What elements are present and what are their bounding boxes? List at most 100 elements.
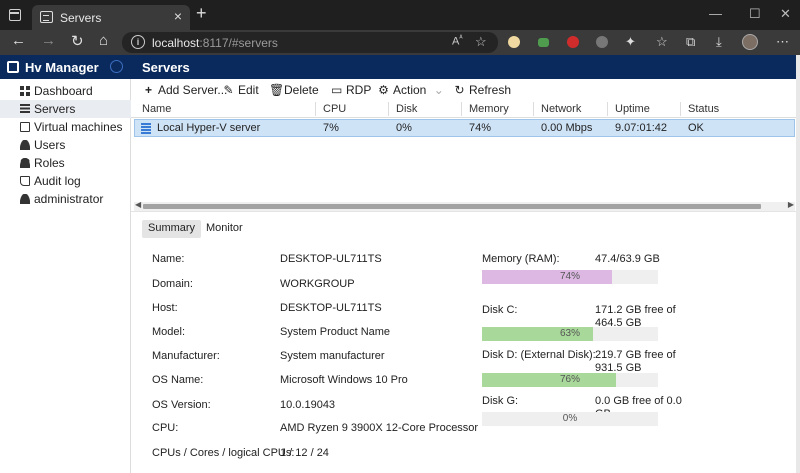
action-toolbar: + Add Server... ✎ Edit 🗑Delete ▭ RDP ⚙ Actio… xyxy=(131,81,800,99)
horizontal-scrollbar[interactable]: ◀ ▶ xyxy=(134,200,795,211)
favorite-icon[interactable]: ☆ xyxy=(475,34,487,50)
bar-percent: 0% xyxy=(562,413,578,424)
address-bar[interactable]: i localhost:8117/#servers Aᴬ ☆ xyxy=(122,32,498,53)
column-header[interactable]: Status xyxy=(688,103,719,115)
summary-value: WORKGROUP xyxy=(280,278,355,290)
column-header[interactable]: Disk xyxy=(396,103,417,115)
summary-label: OS Name: xyxy=(152,374,204,386)
memory-usage-bar: 74% xyxy=(482,270,658,284)
scrollbar-thumb[interactable] xyxy=(143,204,761,209)
panel-splitter[interactable] xyxy=(131,211,800,212)
column-header[interactable]: Name xyxy=(142,103,171,115)
favorites-icon[interactable]: ☆ xyxy=(656,34,668,50)
collapse-sidebar-icon[interactable] xyxy=(110,60,123,73)
scroll-left-icon[interactable]: ◀ xyxy=(135,200,141,209)
app-name: Hv Manager xyxy=(25,60,99,75)
extension-icon[interactable] xyxy=(567,36,579,48)
column-header[interactable]: Network xyxy=(541,103,581,115)
bar-percent: 63% xyxy=(559,328,580,339)
administrator-icon xyxy=(20,194,30,204)
user-icon xyxy=(20,140,30,150)
sidebar-item-label: Dashboard xyxy=(34,84,93,98)
extension-icon[interactable] xyxy=(508,36,520,48)
cell-cpu: 7% xyxy=(323,122,339,134)
browser-tab-bar: Servers × + — ☐ ✕ xyxy=(0,0,800,30)
main-panel: Servers + Add Server... ✎ Edit 🗑Delete ▭ RD… xyxy=(131,55,800,473)
refresh-button[interactable]: ↻ Refresh xyxy=(454,83,511,97)
extensions-puzzle-icon[interactable]: ✦ xyxy=(625,34,636,50)
window-menu-icon[interactable] xyxy=(9,9,21,21)
summary-label: Model: xyxy=(152,326,186,338)
sidebar-item-servers[interactable]: Servers xyxy=(0,100,131,118)
downloads-icon[interactable]: ⤓ xyxy=(716,34,722,50)
resource-label: Disk G: xyxy=(482,395,519,407)
column-header[interactable]: Memory xyxy=(469,103,509,115)
summary-label: OS Version: xyxy=(152,399,211,411)
sidebar-item-label: Users xyxy=(34,138,66,152)
new-tab-icon[interactable]: + xyxy=(196,3,207,24)
bar-percent: 74% xyxy=(559,271,580,282)
maximize-icon[interactable]: ☐ xyxy=(749,6,761,22)
address-text: localhost:8117/#servers xyxy=(152,36,278,50)
summary-label: Domain: xyxy=(152,278,193,290)
sidebar-item-administrator[interactable]: administrator xyxy=(0,190,131,208)
reload-icon[interactable]: ↻ xyxy=(71,32,84,50)
column-header[interactable]: CPU xyxy=(323,103,346,115)
rdp-button[interactable]: ▭ RDP xyxy=(331,83,371,97)
read-aloud-icon[interactable]: Aᴬ xyxy=(452,35,463,48)
action-dropdown-button[interactable]: ⚙ Action ⌄ xyxy=(378,83,444,97)
refresh-icon: ↻ xyxy=(454,83,465,97)
sidebar-item-virtual-machines[interactable]: Virtual machines xyxy=(0,118,131,136)
sidebar-item-label: Servers xyxy=(34,102,76,116)
chevron-down-icon: ⌄ xyxy=(433,83,444,97)
bar-percent: 76% xyxy=(559,374,580,385)
disk-g-usage-bar: 0% xyxy=(482,412,658,426)
table-row[interactable]: Local Hyper-V server 7% 0% 74% 0.00 Mbps… xyxy=(134,119,795,137)
tab-summary[interactable]: Summary xyxy=(142,220,202,238)
summary-value: DESKTOP-UL711TS xyxy=(280,302,382,314)
sidebar-item-label: Audit log xyxy=(34,174,81,188)
column-header[interactable]: Uptime xyxy=(615,103,650,115)
back-icon[interactable]: ← xyxy=(11,32,26,49)
close-window-icon[interactable]: ✕ xyxy=(780,6,791,22)
sidebar-item-users[interactable]: Users xyxy=(0,136,131,154)
forward-icon[interactable]: → xyxy=(41,32,56,49)
resource-label: Disk C: xyxy=(482,304,518,316)
minimize-icon[interactable]: — xyxy=(709,6,722,21)
details-tabs: Summary Monitor xyxy=(131,220,800,238)
sidebar-item-label: Roles xyxy=(34,156,65,170)
collections-icon[interactable]: ⧉ xyxy=(686,34,695,50)
roles-icon xyxy=(20,158,30,168)
summary-value: Microsoft Windows 10 Pro xyxy=(280,374,408,386)
extension-icon[interactable] xyxy=(596,36,608,48)
page-title: Servers xyxy=(142,60,190,75)
browser-tab[interactable]: Servers × xyxy=(32,5,190,30)
add-server-button[interactable]: + Add Server... xyxy=(143,83,227,97)
vertical-scrollbar[interactable] xyxy=(796,55,800,473)
cell-name: Local Hyper-V server xyxy=(157,122,261,134)
servers-table-header: Name CPU Disk Memory Network Uptime Stat… xyxy=(131,100,800,118)
tab-close-icon[interactable]: × xyxy=(174,8,182,24)
plus-icon: + xyxy=(144,83,152,97)
resource-label: Disk D: (External Disk): xyxy=(482,349,596,361)
more-menu-icon[interactable]: ⋯ xyxy=(776,34,789,50)
dashboard-icon xyxy=(20,86,30,96)
delete-button[interactable]: 🗑Delete xyxy=(269,83,319,97)
page-header: Servers xyxy=(131,55,800,79)
tab-monitor[interactable]: Monitor xyxy=(200,220,249,238)
profile-avatar[interactable] xyxy=(742,34,758,50)
sidebar-item-roles[interactable]: Roles xyxy=(0,154,131,172)
summary-label: CPUs / Cores / logical CPUs: xyxy=(152,447,295,459)
home-icon[interactable]: ⌂ xyxy=(99,32,108,49)
site-info-icon[interactable]: i xyxy=(131,35,145,49)
edit-button[interactable]: ✎ Edit xyxy=(223,83,258,97)
disk-c-usage-bar: 63% xyxy=(482,327,658,341)
resource-value: 47.4/63.9 GB xyxy=(595,253,660,265)
sidebar-item-audit-log[interactable]: Audit log xyxy=(0,172,131,190)
scroll-right-icon[interactable]: ▶ xyxy=(788,200,794,209)
sidebar-item-dashboard[interactable]: Dashboard xyxy=(0,82,131,100)
extension-icon[interactable] xyxy=(538,38,549,47)
monitor-icon: ▭ xyxy=(331,83,343,97)
cell-uptime: 9.07:01:42 xyxy=(615,122,667,134)
tab-favicon-icon xyxy=(40,11,53,23)
